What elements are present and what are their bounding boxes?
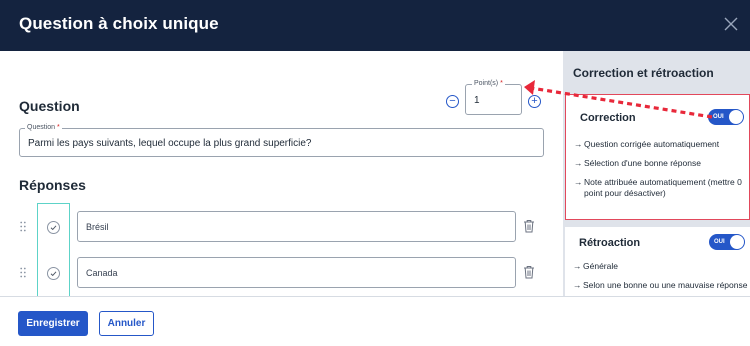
points-field[interactable]: Point(s) * 1: [465, 79, 522, 115]
correct-answer-check-icon[interactable]: [47, 267, 60, 280]
points-field-label: Point(s) *: [472, 79, 505, 88]
question-text-field[interactable]: Question * Parmi les pays suivants, lequ…: [19, 123, 544, 157]
points-label-text: Point(s): [474, 80, 499, 87]
toggle-label: OUI: [713, 114, 724, 120]
correction-title: Correction: [580, 112, 636, 124]
question-text-value[interactable]: Parmi les pays suivants, lequel occupe l…: [28, 138, 312, 149]
retroaction-toggle[interactable]: OUI: [709, 234, 745, 250]
required-mark: *: [56, 124, 60, 131]
points-value[interactable]: 1: [474, 95, 480, 106]
points-increment-button[interactable]: +: [528, 95, 541, 108]
cancel-button[interactable]: Annuler: [99, 311, 154, 336]
list-item: Question corrigée automatiquement: [574, 139, 749, 150]
correct-answer-check-icon[interactable]: [47, 221, 60, 234]
modal-title: Question à choix unique: [19, 14, 219, 33]
drag-handle-icon[interactable]: [20, 221, 26, 232]
correction-toggle[interactable]: OUI: [708, 109, 744, 125]
retroaction-features-list: Générale Selon une bonne ou une mauvaise…: [573, 261, 748, 296]
correction-card: Correction OUI Question corrigée automat…: [565, 94, 750, 220]
answer-input[interactable]: Brésil: [77, 211, 516, 242]
correction-features-list: Question corrigée automatiquement Sélect…: [574, 139, 749, 207]
answer-row: Brésil: [0, 211, 563, 243]
trash-icon[interactable]: [523, 219, 535, 233]
answer-text[interactable]: Brésil: [86, 222, 109, 232]
retroaction-title: Rétroaction: [579, 237, 641, 249]
toggle-knob: [729, 110, 743, 124]
correction-sidebar: Correction et rétroaction Correction OUI…: [563, 51, 750, 296]
required-mark: *: [500, 80, 503, 87]
modal-header: Question à choix unique: [0, 0, 750, 51]
list-item: Générale: [573, 261, 748, 272]
trash-icon[interactable]: [523, 265, 535, 279]
question-field-label: Question *: [25, 123, 62, 132]
list-item: Selon une bonne ou une mauvaise réponse: [573, 280, 748, 291]
drag-handle-icon[interactable]: [20, 267, 26, 278]
list-item: Note attribuée automatiquement (mettre 0…: [574, 177, 749, 199]
save-button[interactable]: Enregistrer: [18, 311, 88, 336]
answer-text[interactable]: Canada: [86, 268, 118, 278]
toggle-label: OUI: [714, 239, 725, 245]
close-icon[interactable]: [724, 17, 738, 31]
question-editor: Question − Point(s) * 1 + Question * Par…: [0, 51, 563, 296]
toggle-knob: [730, 235, 744, 249]
answer-row: Canada: [0, 257, 563, 289]
sidebar-title: Correction et rétroaction: [573, 66, 714, 80]
points-decrement-button[interactable]: −: [446, 95, 459, 108]
modal-footer: Enregistrer Annuler: [0, 296, 750, 346]
answer-input[interactable]: Canada: [77, 257, 516, 288]
question-label-text: Question: [27, 124, 56, 131]
question-heading: Question: [19, 98, 80, 114]
answers-heading: Réponses: [19, 177, 86, 193]
retroaction-card: Rétroaction OUI Générale Selon une bonne…: [565, 227, 750, 296]
list-item: Sélection d'une bonne réponse: [574, 158, 749, 169]
